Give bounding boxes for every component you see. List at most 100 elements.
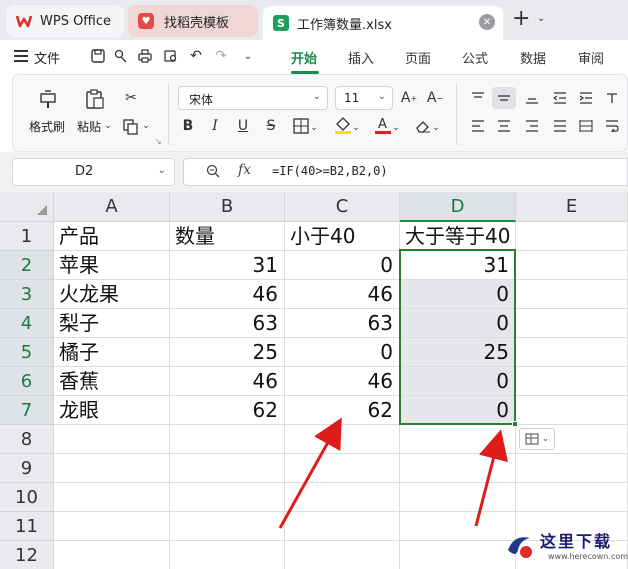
empty-cell[interactable]	[516, 454, 628, 483]
font-size-select[interactable]: 11 ⌄	[335, 86, 393, 110]
column-header-b[interactable]: B	[170, 192, 285, 222]
save-icon[interactable]	[90, 48, 106, 64]
cell-product[interactable]: 火龙果	[54, 280, 170, 309]
font-color-chevron-icon[interactable]: ⌄	[391, 118, 401, 138]
paste-icon[interactable]	[83, 87, 107, 111]
new-tab-icon[interactable]: +	[512, 8, 530, 30]
cell-at-least-40[interactable]: 0	[400, 396, 516, 425]
copy-icon[interactable]	[121, 117, 141, 137]
font-color-icon[interactable]: A	[373, 115, 393, 135]
increase-indent-icon[interactable]	[576, 88, 596, 108]
tab-template[interactable]: ♥ 找稻壳模板	[128, 5, 258, 37]
close-tab-icon[interactable]: ✕	[479, 14, 495, 30]
print-icon[interactable]	[137, 48, 153, 64]
menu-file[interactable]: 文件	[34, 48, 60, 67]
cell-less-than-40[interactable]: 63	[285, 309, 400, 338]
underline-button[interactable]: U	[233, 116, 253, 136]
cell-product[interactable]: 梨子	[54, 309, 170, 338]
paste-label[interactable]: 粘贴	[77, 118, 101, 135]
select-all-corner[interactable]	[0, 192, 54, 222]
empty-cell[interactable]	[516, 396, 628, 425]
cell-at-least-40[interactable]: 0	[400, 367, 516, 396]
empty-cell[interactable]	[170, 425, 285, 454]
header-cell-quantity[interactable]: 数量	[170, 222, 285, 251]
cell-product[interactable]: 香蕉	[54, 367, 170, 396]
column-header-d[interactable]: D	[400, 192, 516, 222]
empty-cell[interactable]	[285, 483, 400, 512]
tab-formula[interactable]: 公式	[462, 48, 488, 67]
empty-cell[interactable]	[54, 512, 170, 541]
decrease-font-icon[interactable]: A −	[425, 88, 445, 108]
share-icon[interactable]	[113, 48, 129, 64]
empty-cell[interactable]	[516, 338, 628, 367]
cell-product[interactable]: 龙眼	[54, 396, 170, 425]
copy-chevron-icon[interactable]: ⌄	[141, 119, 151, 133]
fill-color-icon[interactable]	[333, 115, 353, 135]
empty-cell[interactable]	[516, 280, 628, 309]
row-header[interactable]: 4	[0, 309, 54, 338]
justify-icon[interactable]	[550, 116, 570, 136]
cell-less-than-40[interactable]: 62	[285, 396, 400, 425]
borders-chevron-icon[interactable]: ⌄	[309, 118, 319, 138]
header-cell-product[interactable]: 产品	[54, 222, 170, 251]
empty-cell[interactable]	[54, 483, 170, 512]
tab-page[interactable]: 页面	[405, 48, 431, 67]
empty-cell[interactable]	[400, 483, 516, 512]
zoom-icon[interactable]	[206, 164, 220, 182]
row-header[interactable]: 5	[0, 338, 54, 367]
tab-insert[interactable]: 插入	[348, 48, 374, 67]
cut-icon[interactable]: ✂	[121, 88, 141, 108]
undo-icon[interactable]: ↶	[188, 48, 204, 64]
cell-at-least-40-active[interactable]: 31	[400, 251, 516, 280]
cell-quantity[interactable]: 25	[170, 338, 285, 367]
row-header[interactable]: 1	[0, 222, 54, 251]
empty-cell[interactable]	[54, 541, 170, 569]
wrap-text-icon[interactable]	[602, 116, 622, 136]
increase-font-icon[interactable]: A +	[399, 88, 419, 108]
empty-cell[interactable]	[170, 454, 285, 483]
cell-product[interactable]: 苹果	[54, 251, 170, 280]
empty-cell[interactable]	[285, 541, 400, 569]
cell-less-than-40[interactable]: 46	[285, 280, 400, 309]
tab-home[interactable]: 开始	[291, 48, 317, 67]
cell-product[interactable]: 橘子	[54, 338, 170, 367]
tab-list-chevron-icon[interactable]: ⌄	[537, 13, 545, 24]
empty-cell[interactable]	[516, 309, 628, 338]
fx-icon[interactable]: fx	[238, 162, 251, 178]
empty-cell[interactable]	[516, 222, 628, 251]
cell-less-than-40[interactable]: 46	[285, 367, 400, 396]
text-direction-icon[interactable]	[602, 88, 622, 108]
clear-format-icon[interactable]	[413, 116, 433, 136]
font-name-select[interactable]: 宋体 ⌄	[178, 86, 328, 110]
quick-analysis-button[interactable]: ⌄	[519, 428, 555, 450]
cell-at-least-40[interactable]: 25	[400, 338, 516, 367]
quick-access-chevron-icon[interactable]: ⌄	[240, 48, 256, 64]
row-header[interactable]: 9	[0, 454, 54, 483]
empty-cell[interactable]	[285, 425, 400, 454]
distributed-align-icon[interactable]	[576, 116, 596, 136]
italic-button[interactable]: I	[205, 116, 225, 136]
clear-format-chevron-icon[interactable]: ⌄	[431, 118, 441, 138]
bold-button[interactable]: B	[178, 116, 198, 136]
fill-color-chevron-icon[interactable]: ⌄	[351, 118, 361, 138]
cell-less-than-40[interactable]: 0	[285, 251, 400, 280]
hamburger-icon[interactable]	[14, 50, 28, 62]
column-header-a[interactable]: A	[54, 192, 170, 222]
align-bottom-icon[interactable]	[522, 88, 542, 108]
row-header[interactable]: 10	[0, 483, 54, 512]
print-preview-icon[interactable]	[163, 48, 179, 64]
tab-review[interactable]: 审阅	[578, 48, 604, 67]
cell-quantity[interactable]: 31	[170, 251, 285, 280]
align-right-icon[interactable]	[522, 116, 542, 136]
decrease-indent-icon[interactable]	[550, 88, 570, 108]
formula-input[interactable]: fx =IF(40>=B2,B2,0)	[183, 158, 628, 186]
align-top-icon[interactable]	[468, 88, 488, 108]
row-header[interactable]: 8	[0, 425, 54, 454]
empty-cell[interactable]	[516, 367, 628, 396]
tab-workbook[interactable]: S 工作簿数量.xlsx ✕	[263, 6, 503, 40]
cell-quantity[interactable]: 63	[170, 309, 285, 338]
empty-cell[interactable]	[285, 512, 400, 541]
empty-cell[interactable]	[285, 454, 400, 483]
row-header[interactable]: 12	[0, 541, 54, 569]
clipboard-dialog-launcher-icon[interactable]: ↘	[155, 137, 162, 146]
